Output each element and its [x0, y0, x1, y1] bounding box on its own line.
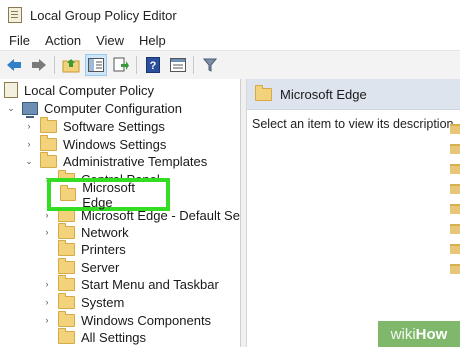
back-arrow-icon[interactable] [3, 54, 25, 76]
watermark-wiki: wiki [390, 325, 416, 343]
tree-item-label: Computer Configuration [44, 100, 183, 116]
chevron-down-icon[interactable]: ⌄ [6, 99, 16, 117]
tree-item-server[interactable]: Server [42, 257, 120, 276]
tree-item-network[interactable]: › Network [42, 222, 129, 241]
show-hide-tree-icon[interactable] [85, 54, 107, 76]
filter-icon[interactable] [199, 54, 221, 76]
watermark-how: How [415, 325, 448, 343]
chevron-right-icon[interactable]: › [42, 275, 52, 293]
tree-item-software-settings[interactable]: › Software Settings [24, 116, 165, 135]
properties-icon[interactable] [167, 54, 189, 76]
folder-icon [450, 204, 460, 214]
menu-bar: File Action View Help [0, 30, 460, 50]
tree-item-computer-configuration[interactable]: ⌄ Computer Configuration [6, 99, 183, 118]
folder-icon [58, 310, 75, 327]
tree-item-windows-components[interactable]: › Windows Components [42, 310, 212, 329]
wikihow-watermark: wiki How [378, 321, 460, 347]
details-pane: Microsoft Edge Select an item to view it… [247, 79, 460, 347]
tree-item-label: Start Menu and Taskbar [81, 276, 219, 292]
tree-item-label: All Settings [81, 329, 147, 345]
folder-icon [450, 144, 460, 154]
tree-item-label: Windows Components [81, 312, 212, 328]
folder-icon [58, 257, 75, 274]
tree-item-administrative-templates[interactable]: ⌄ Administrative Templates [24, 151, 208, 170]
policy-editor-icon [8, 7, 22, 23]
tree-item-label: Server [81, 259, 120, 275]
details-header: Microsoft Edge [247, 79, 460, 110]
tree-item-label: Network [81, 224, 129, 240]
toolbar: ? [0, 50, 460, 80]
folder-icon [450, 124, 460, 134]
folder-icon [58, 274, 75, 291]
menu-view[interactable]: View [96, 33, 124, 48]
details-title: Microsoft Edge [280, 86, 367, 102]
toolbar-separator [136, 56, 137, 74]
folder-icon [59, 185, 77, 201]
chevron-right-icon[interactable]: › [24, 135, 34, 153]
folder-icon [450, 264, 460, 274]
folder-icon [255, 84, 272, 101]
svg-text:?: ? [150, 60, 157, 72]
folder-icon [450, 244, 460, 254]
tree-item-label: Printers [81, 241, 126, 257]
tree-item-all-settings[interactable]: All Settings [42, 327, 147, 346]
folder-icon [58, 292, 75, 309]
chevron-right-icon[interactable]: › [24, 117, 34, 135]
computer-icon [22, 101, 38, 118]
folder-icon [58, 222, 75, 239]
window-title: Local Group Policy Editor [30, 7, 177, 23]
chevron-right-icon[interactable]: › [42, 293, 52, 311]
chevron-right-icon[interactable]: › [42, 311, 52, 329]
up-folder-icon[interactable] [60, 54, 82, 76]
title-bar: Local Group Policy Editor [0, 0, 460, 30]
folder-icon [450, 184, 460, 194]
toolbar-separator [54, 56, 55, 74]
tree-item-label: Windows Settings [63, 136, 167, 152]
help-icon[interactable]: ? [142, 54, 164, 76]
menu-action[interactable]: Action [45, 33, 81, 48]
tree-item-label: Software Settings [63, 118, 165, 134]
menu-help[interactable]: Help [139, 33, 166, 48]
details-description: Select an item to view its description. [252, 117, 457, 131]
folder-icon [40, 134, 57, 151]
tree-item-label: System [81, 294, 125, 310]
tree-item-label: Local Computer Policy [24, 82, 155, 98]
toolbar-separator [193, 56, 194, 74]
folder-icon [58, 327, 75, 344]
forward-arrow-icon[interactable] [28, 54, 50, 76]
folder-icon [40, 116, 57, 133]
policy-document-icon [4, 82, 18, 98]
menu-file[interactable]: File [9, 33, 30, 48]
chevron-down-icon[interactable]: ⌄ [24, 152, 34, 170]
export-list-icon[interactable] [110, 54, 132, 76]
tree-item-local-computer-policy[interactable]: Local Computer Policy [4, 81, 154, 99]
tree-item-label: Microsoft Edge [82, 179, 135, 210]
settings-list-partial[interactable] [450, 114, 460, 347]
folder-icon [450, 164, 460, 174]
tree-item-printers[interactable]: Printers [42, 239, 126, 258]
tree-item-system[interactable]: › System [42, 292, 125, 311]
folder-icon [450, 224, 460, 234]
chevron-right-icon[interactable]: › [42, 223, 52, 241]
folder-icon [40, 151, 57, 168]
tree-item-microsoft-edge-highlighted[interactable]: Microsoft Edge [47, 178, 170, 211]
tree-pane[interactable]: Local Computer Policy ⌄ Computer Configu… [0, 79, 241, 347]
tree-item-windows-settings[interactable]: › Windows Settings [24, 134, 167, 153]
tree-item-label: Administrative Templates [63, 153, 208, 169]
tree-item-start-menu-taskbar[interactable]: › Start Menu and Taskbar [42, 274, 219, 293]
folder-icon [58, 239, 75, 256]
